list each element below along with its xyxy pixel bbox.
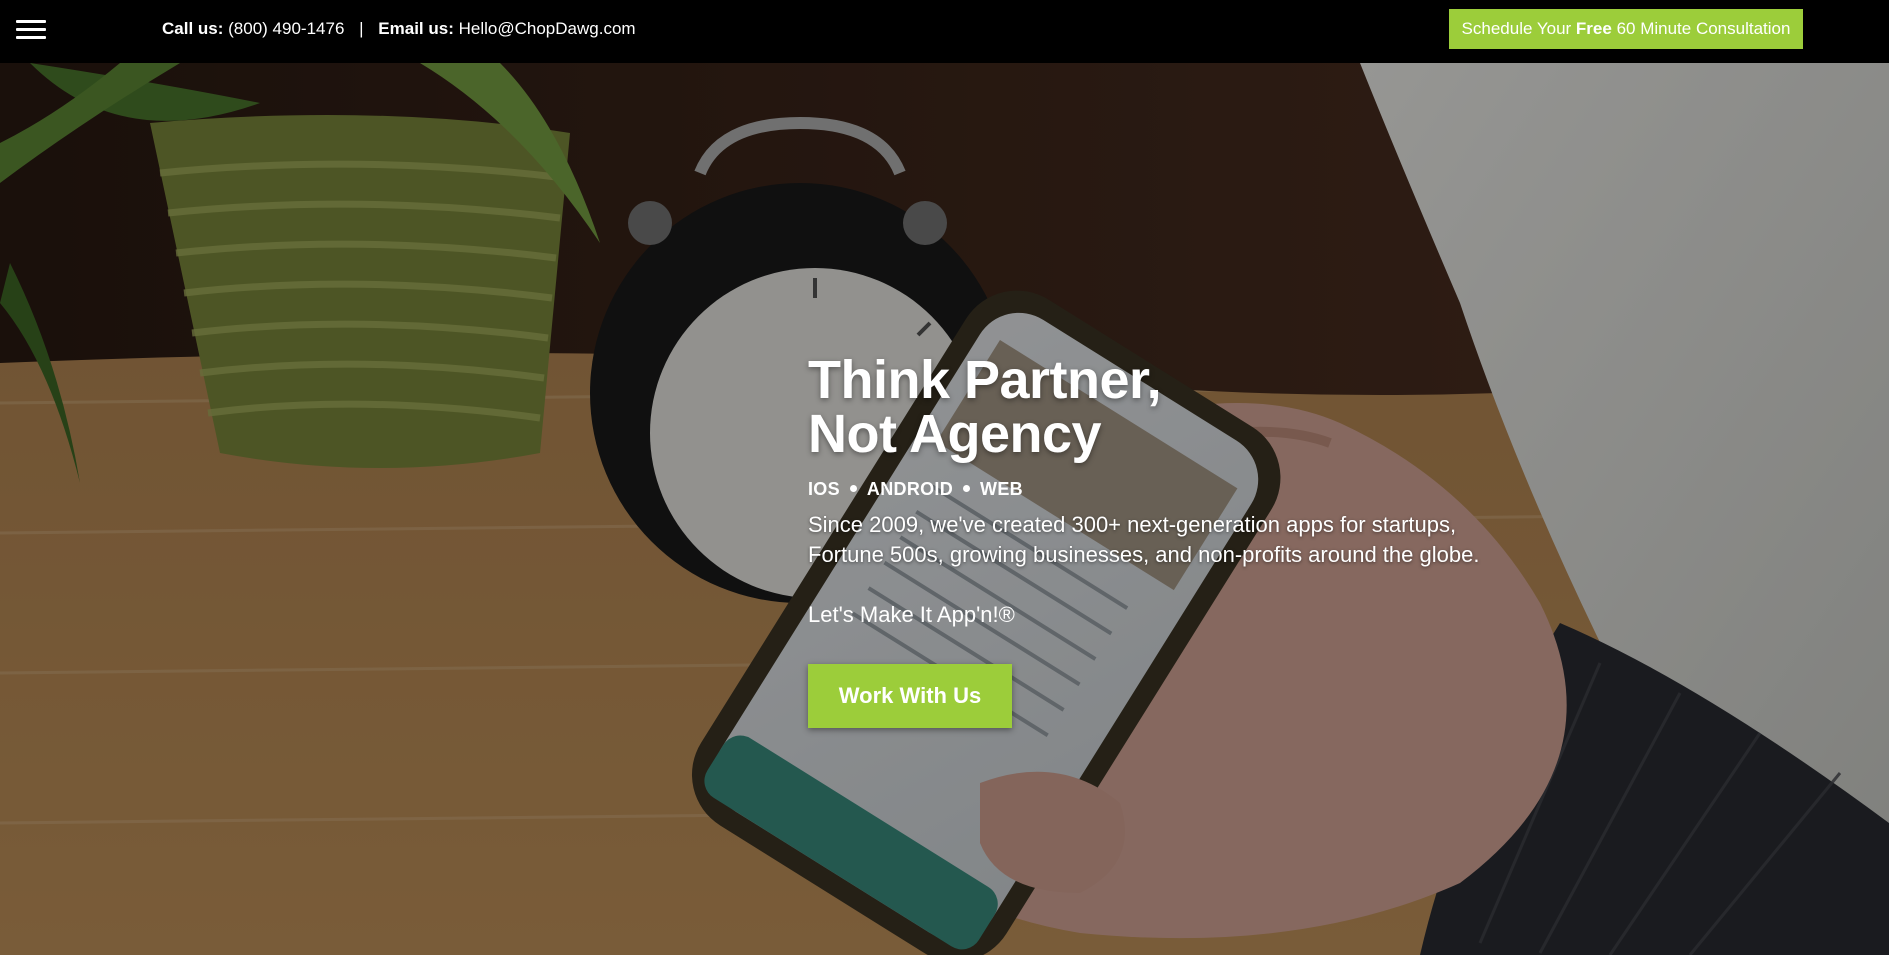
hamburger-menu-icon[interactable] — [16, 18, 46, 42]
schedule-consultation-button[interactable]: Schedule Your Free 60 Minute Consultatio… — [1449, 9, 1803, 49]
cta-bold: Free — [1575, 19, 1612, 38]
headline-line-1: Think Partner, — [808, 350, 1162, 410]
contact-separator: | — [359, 19, 364, 38]
contact-info: Call us: (800) 490-1476 | Email us: Hell… — [162, 18, 636, 40]
platform-ios: IOS — [808, 479, 840, 499]
hero-section: Think Partner, Not Agency IOS ANDROID WEB … — [0, 63, 1889, 955]
hero-headline: Think Partner, Not Agency — [808, 353, 1508, 461]
hero-content: Think Partner, Not Agency IOS ANDROID WEB … — [808, 353, 1508, 728]
hero-description: Since 2009, we've created 300+ next-gene… — [808, 512, 1480, 567]
work-with-us-button[interactable]: Work With Us — [808, 664, 1012, 728]
platform-list: IOS ANDROID WEB — [808, 479, 1508, 500]
call-label: Call us: — [162, 19, 224, 38]
top-bar: Call us: (800) 490-1476 | Email us: Hell… — [0, 0, 1889, 63]
bullet-dot-icon — [849, 484, 857, 492]
platform-web: WEB — [980, 479, 1023, 499]
cta-suffix: 60 Minute Consultation — [1611, 19, 1791, 38]
headline-line-2: Not Agency — [808, 404, 1102, 464]
email-label: Email us: — [378, 19, 454, 38]
platform-android: ANDROID — [866, 479, 954, 499]
email-link[interactable]: Hello@ChopDawg.com — [459, 19, 636, 38]
hero-tagline: Let's Make It App'n!® — [808, 602, 1015, 627]
bullet-dot-icon — [963, 484, 971, 492]
cta-prefix: Schedule Your — [1461, 19, 1576, 38]
phone-link[interactable]: (800) 490-1476 — [228, 19, 344, 38]
